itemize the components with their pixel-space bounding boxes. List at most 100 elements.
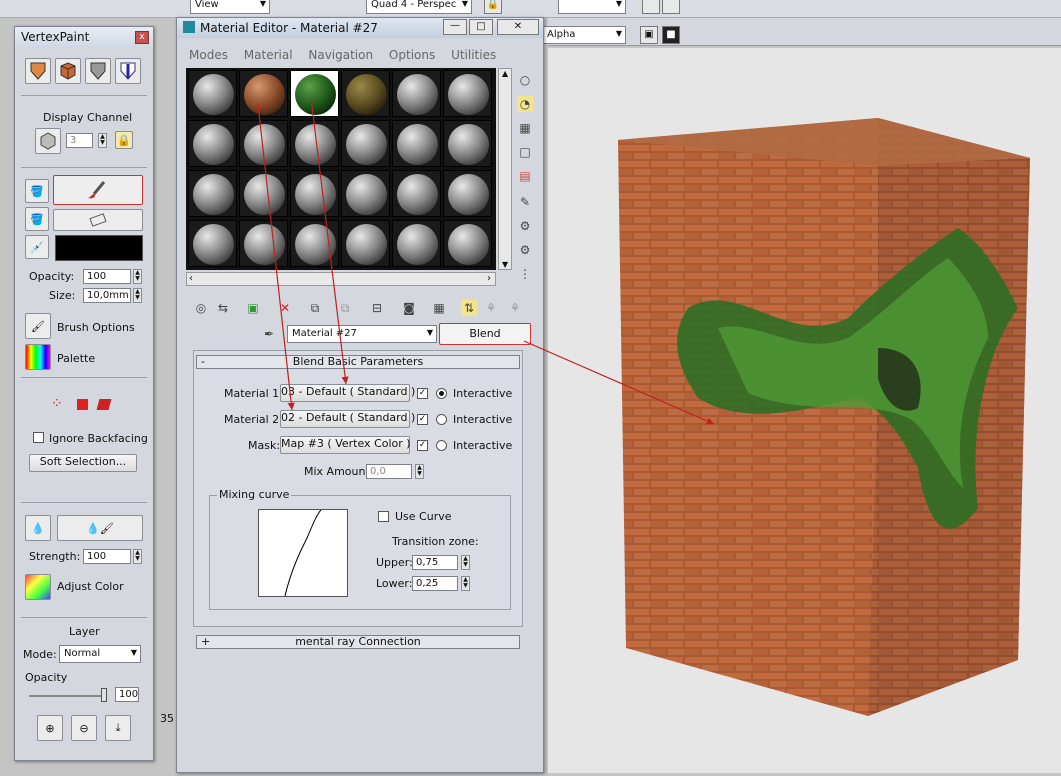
- material1-button[interactable]: 03 - Default ( Standard ): [280, 384, 415, 402]
- face-select-icon[interactable]: [77, 399, 88, 410]
- use-curve-checkbox[interactable]: [378, 511, 389, 522]
- palette-label[interactable]: Palette: [57, 352, 95, 365]
- erase-button[interactable]: [53, 209, 143, 231]
- mask-button[interactable]: Map #3 ( Vertex Color ): [280, 436, 411, 454]
- material-slot[interactable]: [239, 70, 288, 117]
- brush-options-icon[interactable]: 🖌: [25, 313, 51, 339]
- material-slot[interactable]: [341, 220, 390, 267]
- size-input[interactable]: 10,0mm: [83, 288, 131, 303]
- material-slot[interactable]: [290, 170, 339, 217]
- opacity-slider-handle[interactable]: [101, 688, 107, 702]
- mix-amount-spinner[interactable]: ▲ ▼: [415, 464, 424, 479]
- mask-interactive-radio[interactable]: [436, 440, 447, 451]
- new-layer-button[interactable]: ⊕: [37, 715, 63, 741]
- palette-icon[interactable]: [25, 344, 51, 370]
- material-slot[interactable]: [239, 120, 288, 167]
- size-spinner[interactable]: ▲ ▼: [133, 288, 142, 303]
- strength-spinner[interactable]: ▲ ▼: [133, 549, 142, 564]
- menu-navigation[interactable]: Navigation: [308, 48, 373, 62]
- channel-spinner[interactable]: ▲ ▼: [98, 133, 107, 148]
- horizontal-scrollbar[interactable]: ‹ ›: [186, 272, 496, 286]
- material-slot[interactable]: [392, 170, 441, 217]
- toolbar-button-2[interactable]: [662, 0, 680, 14]
- delete-layer-button[interactable]: ⊖: [71, 715, 97, 741]
- toolbar-button-1[interactable]: [642, 0, 660, 14]
- paint-color-swatch[interactable]: [55, 235, 143, 261]
- lower-spinner[interactable]: ▲ ▼: [461, 576, 470, 591]
- material-slot[interactable]: [290, 70, 339, 117]
- material-slot[interactable]: [188, 170, 237, 217]
- material-slot[interactable]: [392, 220, 441, 267]
- material-slot[interactable]: [290, 220, 339, 267]
- material-slot[interactable]: [188, 220, 237, 267]
- reset-icon[interactable]: ✕: [277, 300, 293, 316]
- upper-spinner[interactable]: ▲ ▼: [461, 555, 470, 570]
- paint-bucket-icon[interactable]: 🪣: [25, 179, 49, 203]
- material-id-icon[interactable]: ◙: [401, 300, 417, 316]
- material-slot[interactable]: [443, 70, 492, 117]
- lock-icon[interactable]: 🔒: [115, 131, 133, 149]
- material-slot[interactable]: [443, 220, 492, 267]
- material2-button[interactable]: 02 - Default ( Standard ): [280, 410, 415, 428]
- erase-bucket-icon[interactable]: 🪣: [25, 207, 49, 231]
- material1-interactive-radio[interactable]: [436, 388, 447, 399]
- display-button-2[interactable]: ■: [662, 26, 680, 44]
- mental-ray-rollout[interactable]: + mental ray Connection: [196, 635, 520, 649]
- options-icon[interactable]: ⚙: [517, 218, 533, 234]
- material-slot[interactable]: [341, 170, 390, 217]
- material-name-field[interactable]: Material #27 ▼: [287, 325, 437, 343]
- background-checker-icon[interactable]: ▦: [517, 120, 533, 136]
- mask-enable-checkbox[interactable]: ✓: [417, 440, 428, 451]
- layer-opacity-input[interactable]: 100: [115, 687, 139, 702]
- channel-dropdown[interactable]: Alpha ▼: [542, 26, 626, 44]
- material-slot[interactable]: [188, 120, 237, 167]
- mix-amount-input[interactable]: 0,0: [366, 464, 412, 479]
- soft-selection-button[interactable]: Soft Selection...: [29, 454, 137, 472]
- brush-options-label[interactable]: Brush Options: [57, 321, 135, 334]
- material2-enable-checkbox[interactable]: ✓: [417, 414, 428, 425]
- go-forward-sibling-icon[interactable]: ⚘: [507, 300, 523, 316]
- material-slot[interactable]: [290, 120, 339, 167]
- ignore-backfacing-checkbox[interactable]: [33, 432, 44, 443]
- material-slot[interactable]: [341, 70, 390, 117]
- go-to-parent-icon[interactable]: ⚘: [483, 300, 499, 316]
- material-slot[interactable]: [443, 120, 492, 167]
- viewport-dropdown[interactable]: Quad 4 - Perspec ▼: [366, 0, 472, 14]
- close-button[interactable]: ✕: [497, 19, 539, 35]
- opacity-slider-track[interactable]: [29, 695, 105, 697]
- material-slot[interactable]: [392, 70, 441, 117]
- disable-vertex-color-button[interactable]: [85, 58, 111, 84]
- put-to-library-icon[interactable]: ⊟: [369, 300, 385, 316]
- material-slot[interactable]: [443, 170, 492, 217]
- strength-input[interactable]: 100: [83, 549, 131, 564]
- make-unique-icon[interactable]: ⧉: [337, 300, 353, 316]
- select-by-material-icon[interactable]: ⚙: [517, 242, 533, 258]
- material-map-navigator-icon[interactable]: ⋮: [517, 266, 533, 282]
- get-material-icon[interactable]: ◎: [193, 300, 209, 316]
- menu-material[interactable]: Material: [244, 48, 293, 62]
- display-button-1[interactable]: ▣: [640, 26, 658, 44]
- upper-input[interactable]: 0,75: [412, 555, 458, 570]
- material2-interactive-radio[interactable]: [436, 414, 447, 425]
- pick-material-eyedropper-icon[interactable]: ✒: [261, 326, 277, 342]
- sample-uv-tiling-icon[interactable]: □: [517, 144, 533, 160]
- adjust-color-label[interactable]: Adjust Color: [57, 580, 124, 593]
- menu-utilities[interactable]: Utilities: [451, 48, 496, 62]
- element-select-icon[interactable]: [96, 399, 112, 410]
- blur-drop-icon[interactable]: 💧: [25, 515, 51, 541]
- toggle-texture-display-button[interactable]: [115, 58, 141, 84]
- channel-number-input[interactable]: 3: [66, 133, 93, 148]
- collapse-layers-button[interactable]: ⤓: [105, 715, 131, 741]
- perspective-viewport[interactable]: [548, 48, 1061, 773]
- vertex-color-display-unshaded-button[interactable]: [55, 58, 81, 84]
- backlight-icon[interactable]: ◔: [517, 96, 533, 112]
- lower-input[interactable]: 0,25: [412, 576, 458, 591]
- material-slot[interactable]: [392, 120, 441, 167]
- material-slot[interactable]: [239, 170, 288, 217]
- adjust-color-icon[interactable]: [25, 574, 51, 600]
- show-end-result-icon[interactable]: ⇅: [461, 300, 477, 316]
- opacity-input[interactable]: 100: [83, 269, 131, 284]
- minimize-button[interactable]: —: [443, 19, 467, 35]
- make-preview-icon[interactable]: ✎: [517, 194, 533, 210]
- assign-to-selection-icon[interactable]: ▣: [245, 300, 261, 316]
